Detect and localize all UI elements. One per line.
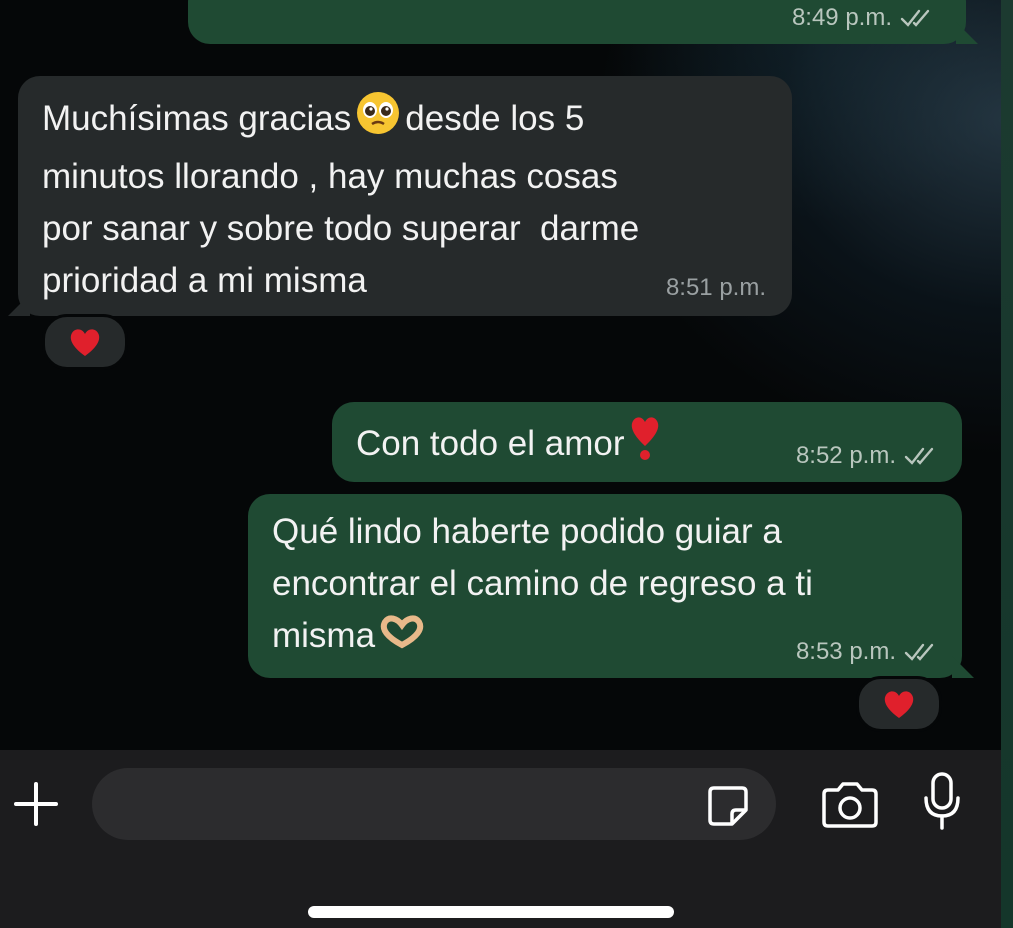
read-receipt-icon: [904, 643, 934, 661]
message-meta: 8:53 p.m.: [796, 638, 940, 666]
pleading-face-emoji-icon: [355, 90, 401, 151]
message-text: Muchísimas gracias desde los 5 minutos ll…: [42, 90, 768, 307]
message-bubble-incoming[interactable]: Muchísimas gracias desde los 5 minutos ll…: [8, 76, 792, 316]
message-time: 8:53 p.m.: [795, 638, 896, 665]
message-meta: 8:52 p.m.: [796, 442, 940, 470]
message-time: 8:52 p.m.: [795, 442, 896, 469]
edge-strip: [1001, 0, 1013, 928]
plus-icon[interactable]: [10, 778, 62, 830]
sticker-icon[interactable]: [704, 782, 752, 830]
message-bubble-outgoing[interactable]: 8:49 p.m.: [188, 0, 978, 44]
heart-hands-emoji-icon: [379, 612, 425, 664]
heart-exclamation-emoji-icon: [628, 414, 662, 477]
message-meta: 8:49 p.m.: [792, 4, 936, 32]
message-input[interactable]: [92, 768, 776, 840]
home-indicator[interactable]: [308, 906, 674, 918]
read-receipt-icon: [900, 9, 930, 27]
message-time: 8:51 p.m.: [665, 274, 766, 301]
camera-icon[interactable]: [818, 780, 882, 830]
message-meta: 8:51 p.m.: [666, 274, 766, 302]
read-receipt-icon: [904, 447, 934, 465]
reaction-badge[interactable]: [856, 676, 942, 732]
message-bubble-outgoing[interactable]: Qué lindo haberte podido guiar a encontr…: [248, 494, 974, 678]
red-heart-icon: [884, 691, 914, 718]
message-bubble-outgoing[interactable]: Con todo el amor 8:52 p.m.: [332, 402, 962, 482]
microphone-icon[interactable]: [920, 770, 964, 834]
message-time: 8:49 p.m.: [791, 4, 892, 31]
reaction-badge[interactable]: [42, 314, 128, 370]
red-heart-icon: [70, 329, 100, 356]
